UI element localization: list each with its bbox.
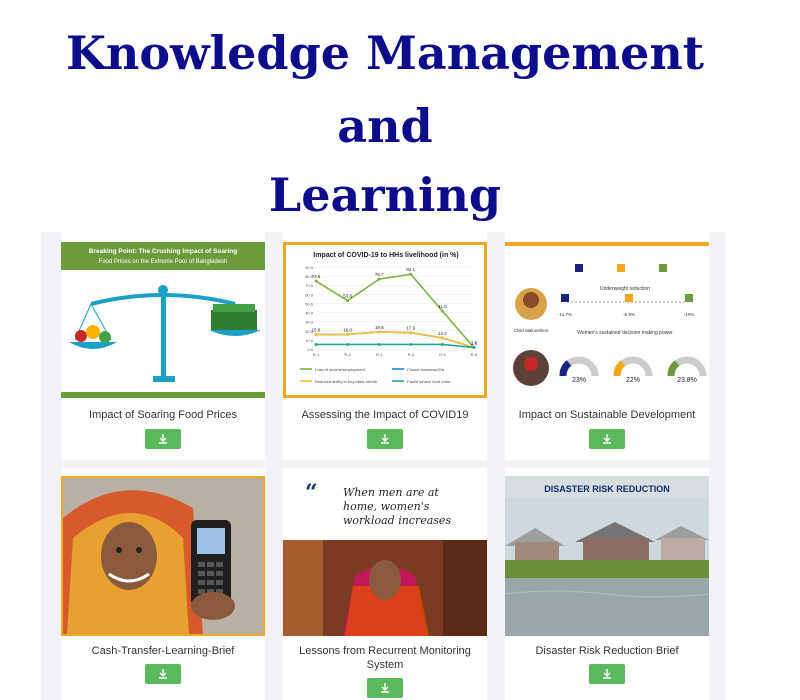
data-point bbox=[346, 332, 350, 336]
card-caption: Lessons from Recurrent Monitoring System bbox=[299, 645, 471, 671]
download-button[interactable] bbox=[589, 429, 625, 449]
download-icon bbox=[159, 669, 167, 679]
data-point bbox=[314, 279, 318, 283]
download-icon bbox=[381, 434, 389, 444]
data-label: 12.2 bbox=[438, 331, 447, 336]
data-label: 41.6 bbox=[438, 304, 447, 309]
donut-value: 23% bbox=[572, 377, 586, 384]
data-point bbox=[409, 272, 413, 276]
svg-text:Breaking Point: The Crushing I: Breaking Point: The Crushing Impact of S… bbox=[89, 248, 237, 255]
data-point bbox=[440, 342, 444, 346]
svg-text:When men are at: When men are at bbox=[343, 486, 439, 499]
download-button[interactable] bbox=[145, 664, 181, 684]
x-tick-label: R-6 bbox=[471, 352, 478, 357]
x-tick-label: R-5 bbox=[439, 352, 446, 357]
chart-title: Impact of COVID-19 to HHs livelihood (in… bbox=[313, 252, 458, 259]
y-tick-label: 70.0 bbox=[305, 283, 314, 288]
download-button[interactable] bbox=[145, 429, 181, 449]
data-label: 76.7 bbox=[375, 272, 384, 277]
data-point bbox=[314, 333, 318, 337]
publication-card: Underweight reduction -11.7% -6.9% -10% … bbox=[505, 232, 709, 460]
publication-card: Breaking Point: The Crushing Impact of S… bbox=[61, 232, 265, 460]
data-label: 15.8 bbox=[312, 328, 321, 333]
data-label: 74.6 bbox=[312, 274, 321, 279]
data-label: 1.6 bbox=[471, 341, 478, 346]
card-caption: Assessing the Impact of COVID19 bbox=[301, 409, 469, 421]
data-label: 53.0 bbox=[343, 294, 352, 299]
y-tick-label: 10.0 bbox=[305, 338, 314, 343]
sdg-subtitle: Underweight reduction bbox=[600, 286, 650, 292]
data-label: 18.8 bbox=[375, 325, 384, 330]
data-point bbox=[409, 342, 413, 346]
data-point bbox=[377, 342, 381, 346]
data-point bbox=[346, 299, 350, 303]
y-tick-label: 30.0 bbox=[305, 320, 314, 325]
data-label: 16.0 bbox=[343, 327, 352, 332]
data-point bbox=[314, 342, 318, 346]
monitoring-thumbnail[interactable]: “ When men are at home, women's workload… bbox=[283, 476, 487, 636]
page-title-line-1: Knowledge Management bbox=[65, 26, 705, 80]
download-button[interactable] bbox=[367, 678, 403, 698]
download-button[interactable] bbox=[367, 429, 403, 449]
download-button[interactable] bbox=[589, 664, 625, 684]
x-tick-label: R-2 bbox=[344, 352, 351, 357]
publication-card: DISASTER RISK REDUCTION Disaster Risk Re… bbox=[505, 468, 709, 700]
donut-value: 22% bbox=[626, 377, 640, 384]
data-point bbox=[440, 309, 444, 313]
data-point bbox=[346, 342, 350, 346]
sdg-label: Child Malnutrition bbox=[514, 328, 549, 333]
legend-label: Loss of income/employment bbox=[315, 367, 366, 372]
y-tick-label: 60.0 bbox=[305, 292, 314, 297]
legend-label: Faced severe food crisis bbox=[407, 379, 450, 384]
download-icon bbox=[159, 434, 167, 444]
x-tick-label: R-1 bbox=[313, 352, 320, 357]
y-tick-label: 40.0 bbox=[305, 311, 314, 316]
cash-transfer-thumbnail[interactable] bbox=[61, 476, 265, 636]
svg-text:Food Prices on the Extreme Poo: Food Prices on the Extreme Poor of Bangl… bbox=[99, 259, 228, 265]
publication-card: “ When men are at home, women's workload… bbox=[283, 468, 487, 700]
page-title-line-2: and bbox=[337, 99, 433, 153]
disaster-thumb-title: DISASTER RISK REDUCTION bbox=[544, 484, 670, 494]
x-tick-label: R-3 bbox=[376, 352, 383, 357]
card-caption: Impact of Soaring Food Prices bbox=[89, 409, 237, 421]
data-point bbox=[409, 331, 413, 335]
sdg-value: -11.7% bbox=[558, 312, 572, 317]
publication-card: Cash-Transfer-Learning-Brief bbox=[61, 468, 265, 700]
card-caption: Impact on Sustainable Development bbox=[518, 409, 696, 421]
data-label: 17.9 bbox=[406, 326, 415, 331]
svg-text:home, women's: home, women's bbox=[343, 500, 430, 513]
sdg-caption: Women's sustained decision making power bbox=[577, 330, 673, 336]
card-caption: Disaster Risk Reduction Brief bbox=[535, 645, 679, 657]
legend-label: Reduced ability to buy basic needs bbox=[315, 379, 377, 384]
download-icon bbox=[381, 683, 389, 693]
card-caption: Cash-Transfer-Learning-Brief bbox=[91, 645, 235, 657]
legend-label: Closed business/IGA bbox=[407, 367, 445, 372]
download-icon bbox=[603, 669, 611, 679]
food-prices-thumbnail[interactable]: Breaking Point: The Crushing Impact of S… bbox=[61, 242, 265, 398]
data-point bbox=[377, 277, 381, 281]
data-label: 82.1 bbox=[406, 267, 415, 272]
svg-text:“: “ bbox=[305, 480, 318, 506]
sdg-value: -10% bbox=[684, 312, 695, 317]
svg-text:workload increases: workload increases bbox=[343, 514, 451, 527]
x-tick-label: R-4 bbox=[408, 352, 415, 357]
sdg-thumbnail[interactable]: Underweight reduction -11.7% -6.9% -10% … bbox=[505, 242, 709, 398]
page-title-line-3: Learning bbox=[268, 168, 502, 222]
y-tick-label: 90.0 bbox=[305, 265, 314, 270]
data-point bbox=[472, 346, 476, 350]
donut-value: 23.8% bbox=[677, 377, 697, 384]
publication-card: Impact of COVID-19 to HHs livelihood (in… bbox=[283, 232, 487, 460]
data-point bbox=[440, 336, 444, 340]
sdg-value: -6.9% bbox=[623, 312, 635, 317]
download-icon bbox=[603, 434, 611, 444]
covid-chart-thumbnail[interactable]: Impact of COVID-19 to HHs livelihood (in… bbox=[283, 242, 487, 398]
y-tick-label: 50.0 bbox=[305, 301, 314, 306]
data-point bbox=[377, 330, 381, 334]
disaster-thumbnail[interactable]: DISASTER RISK REDUCTION bbox=[505, 476, 709, 636]
publications-panel: Breaking Point: The Crushing Impact of S… bbox=[41, 232, 725, 700]
